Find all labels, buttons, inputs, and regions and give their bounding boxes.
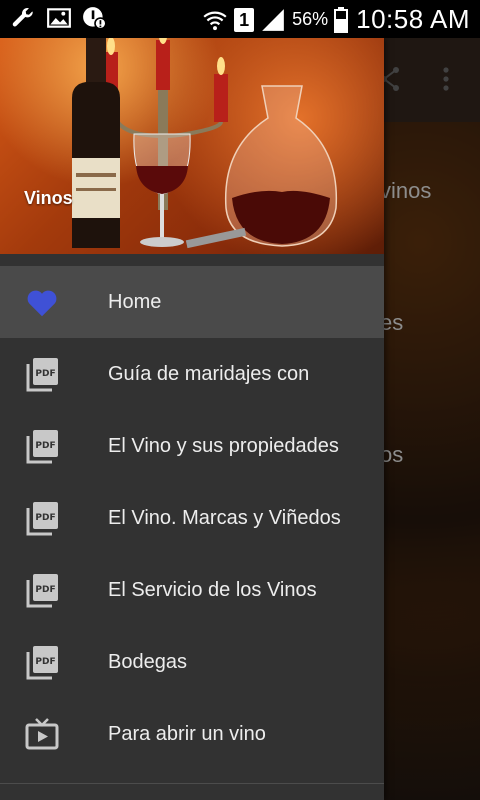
- svg-text:PDF: PDF: [35, 513, 55, 523]
- wine-still-life-image: [72, 38, 338, 249]
- menu-item-label: Bodegas: [108, 650, 187, 673]
- drawer-header: Vinos: [0, 38, 384, 254]
- alert-icon: [83, 7, 107, 30]
- tv-icon: [25, 718, 59, 750]
- svg-text:PDF: PDF: [35, 585, 55, 595]
- svg-text:PDF: PDF: [35, 441, 55, 451]
- status-bar-notifications: [10, 5, 108, 31]
- svg-text:PDF: PDF: [35, 369, 55, 379]
- menu-item-label: Home: [108, 290, 162, 313]
- wrench-icon: [12, 8, 33, 27]
- status-bar: 1 56% 10:58 AM: [0, 0, 480, 38]
- drawer-menu: Home PDF Guía de maridajes con PDF El Vi…: [0, 266, 384, 770]
- heart-icon: [27, 290, 57, 317]
- pdf-icon: PDF: [26, 358, 58, 392]
- battery-icon: [334, 6, 349, 33]
- battery-percent: 56%: [292, 9, 329, 29]
- status-bar-system: 1 56% 10:58 AM: [202, 4, 470, 35]
- clock: 10:58 AM: [356, 4, 470, 34]
- signal-icon: [262, 8, 284, 31]
- menu-item-bodegas[interactable]: PDF Bodegas: [0, 626, 384, 698]
- menu-item-label: Guía de maridajes con: [108, 362, 310, 385]
- drawer-header-title: Vinos: [24, 188, 73, 208]
- menu-item-vino-propiedades[interactable]: PDF El Vino y sus propiedades: [0, 410, 384, 482]
- wifi-icon: [203, 11, 227, 30]
- menu-item-home[interactable]: Home: [0, 266, 384, 338]
- image-icon: [47, 8, 71, 28]
- navigation-drawer: Vinos Home PDF Guía de maridajes con PDF…: [0, 38, 384, 800]
- pdf-icon: PDF: [26, 430, 58, 464]
- svg-text:PDF: PDF: [35, 657, 55, 667]
- pdf-icon: PDF: [26, 574, 58, 608]
- menu-item-guia-maridajes[interactable]: PDF Guía de maridajes con: [0, 338, 384, 410]
- menu-item-label: Para abrir un vino: [108, 722, 266, 745]
- menu-item-label: El Vino y sus propiedades: [108, 434, 339, 457]
- pdf-icon: PDF: [26, 502, 58, 536]
- menu-item-abrir-vino[interactable]: Para abrir un vino: [0, 698, 384, 770]
- sim-number: 1: [239, 9, 250, 30]
- drawer-divider: [0, 783, 384, 784]
- menu-item-label: El Servicio de los Vinos: [108, 578, 317, 601]
- menu-item-marcas-vinedos[interactable]: PDF El Vino. Marcas y Viñedos: [0, 482, 384, 554]
- pdf-icon: PDF: [26, 646, 58, 680]
- menu-item-label: El Vino. Marcas y Viñedos: [108, 506, 341, 529]
- menu-item-servicio-vinos[interactable]: PDF El Servicio de los Vinos: [0, 554, 384, 626]
- sim-badge: 1: [234, 7, 255, 32]
- background-text-1: vinos: [380, 178, 432, 203]
